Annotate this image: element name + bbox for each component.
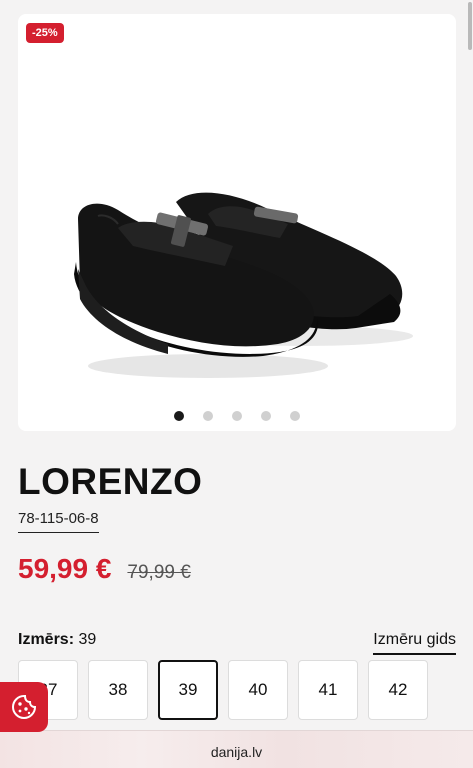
current-price: 59,99 € <box>18 553 112 584</box>
size-option-42[interactable]: 42 <box>368 660 428 720</box>
product-title: LORENZO <box>18 461 203 502</box>
size-option-41[interactable]: 41 <box>298 660 358 720</box>
price-row: 59,99 € 79,99 € <box>18 553 191 585</box>
gallery-dot-1[interactable] <box>174 411 184 421</box>
size-option-40[interactable]: 40 <box>228 660 288 720</box>
gallery-dot-2[interactable] <box>203 411 213 421</box>
old-price: 79,99 € <box>127 562 191 583</box>
product-photo <box>74 192 413 378</box>
cookie-icon <box>11 695 37 720</box>
size-label: Izmērs: 39 <box>18 631 96 649</box>
browser-url[interactable]: danija.lv <box>0 744 473 760</box>
size-options: 37 38 39 40 41 42 <box>18 660 428 720</box>
discount-badge: -25% <box>26 23 64 43</box>
product-image-gallery[interactable]: -25% <box>18 14 456 431</box>
size-option-39[interactable]: 39 <box>158 660 218 720</box>
product-sku: 78-115-06-8 <box>18 510 99 533</box>
size-guide-link[interactable]: Izmēru gids <box>373 631 456 655</box>
gallery-dot-4[interactable] <box>261 411 271 421</box>
gallery-pagination <box>18 411 456 421</box>
size-label-text: Izmērs: <box>18 631 75 648</box>
gallery-dot-3[interactable] <box>232 411 242 421</box>
selected-size-value: 39 <box>78 631 97 648</box>
scrollbar[interactable] <box>468 2 472 50</box>
gallery-dot-5[interactable] <box>290 411 300 421</box>
cookie-settings-button[interactable] <box>0 682 48 732</box>
size-option-38[interactable]: 38 <box>88 660 148 720</box>
